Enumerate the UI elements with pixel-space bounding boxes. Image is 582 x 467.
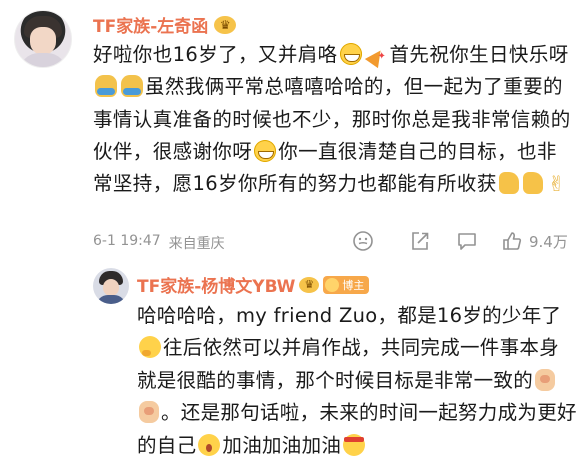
commenter-avatar[interactable]	[14, 10, 72, 68]
grin-emoji-icon	[254, 139, 277, 162]
emoji-reaction-button[interactable]	[352, 230, 374, 252]
like-button[interactable]: 9.4万	[501, 230, 568, 252]
replier-username[interactable]: TF家族-杨博文YBW ♛ 博主	[137, 272, 370, 297]
commenter-name[interactable]: TF家族-左奇函	[93, 12, 208, 37]
commenter-username[interactable]: TF家族-左奇函 ♛	[93, 12, 237, 37]
fighting-emoji-icon	[343, 433, 366, 456]
blogger-badge-label: 博主	[342, 278, 365, 292]
hug-emoji-icon	[95, 75, 117, 98]
fist-emoji-icon	[139, 401, 159, 424]
blogger-badge: 博主	[323, 275, 370, 294]
replier-name[interactable]: TF家族-杨博文YBW	[137, 272, 295, 297]
fan-crown-icon: ♛	[299, 276, 320, 293]
reply-text-segment: 加油加油加油	[222, 433, 342, 457]
comment-icon	[458, 233, 476, 250]
thumbs-up-emoji-icon	[522, 172, 543, 195]
comment-actions: 9.4万	[0, 228, 582, 256]
thinking-emoji-icon	[139, 336, 161, 359]
fan-crown-icon: ♛	[214, 15, 237, 34]
replier-avatar[interactable]	[93, 268, 129, 304]
surprised-emoji-icon	[198, 433, 221, 456]
like-count: 9.4万	[529, 232, 568, 251]
party-popper-emoji-icon	[366, 41, 388, 73]
blogger-crown-icon	[325, 277, 340, 292]
comment-text-segment: 好啦你也16岁了，又并肩咯	[93, 43, 338, 66]
comment-text-segment: 首先祝你生日快乐呀	[389, 43, 569, 66]
reply-text-segment: 哈哈哈哈，my friend Zuo，都是16岁的少年了	[137, 304, 562, 327]
thumbs-up-emoji-icon	[498, 172, 519, 195]
hug-emoji-icon	[121, 75, 143, 98]
share-icon	[412, 232, 429, 250]
share-button[interactable]	[409, 230, 431, 252]
grin-emoji-icon	[339, 43, 362, 65]
reply-text: 哈哈哈哈，my friend Zuo，都是16岁的少年了往后依然可以并肩作战，共…	[137, 300, 577, 462]
smiley-icon	[353, 231, 373, 251]
reply-button[interactable]	[456, 230, 478, 252]
reply-text-segment: 往后依然可以并肩作战，共同完成一件事本身就是很酷的事情，那个时候目标是非常一致的	[137, 336, 560, 392]
thumbs-up-icon	[503, 232, 522, 250]
victory-hand-emoji-icon	[547, 168, 569, 200]
fist-emoji-icon	[535, 368, 556, 391]
comment-text: 好啦你也16岁了，又并肩咯首先祝你生日快乐呀虽然我俩平常总嘻嘻哈哈的，但一起为了…	[93, 39, 573, 200]
